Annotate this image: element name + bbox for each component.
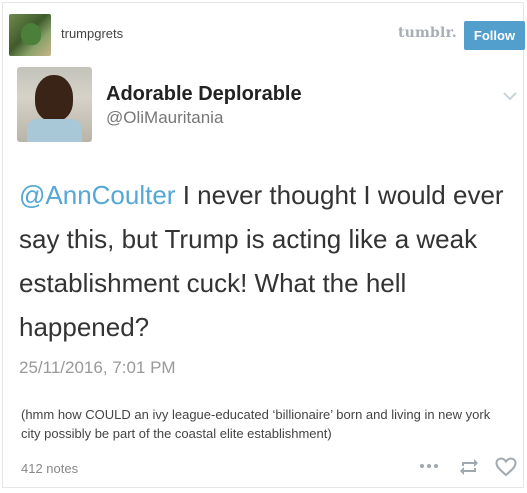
- follow-button[interactable]: Follow: [464, 21, 525, 50]
- tweet-author-handle: @OliMauritania: [106, 108, 224, 127]
- tweet-author-name: Adorable Deplorable: [106, 83, 302, 105]
- reblog-icon[interactable]: [458, 457, 480, 477]
- tumblr-post: trumpgrets tumblr. Follow Adorable Deplo…: [2, 2, 525, 488]
- notes-count[interactable]: 412 notes: [21, 461, 78, 476]
- tumblr-logo[interactable]: tumblr.: [398, 25, 457, 41]
- blog-avatar[interactable]: [9, 14, 51, 56]
- post-caption: (hmm how COULD an ivy league-educated ‘b…: [21, 407, 491, 441]
- heart-icon[interactable]: [495, 457, 517, 477]
- more-icon[interactable]: [419, 461, 439, 471]
- tweet-text: @AnnCoulter I never thought I would ever…: [19, 173, 514, 349]
- post-header: trumpgrets tumblr. Follow: [3, 3, 525, 56]
- tweet-mention: @AnnCoulter: [19, 180, 176, 210]
- tweet-date: 25/11/2016, 7:01 PM: [19, 358, 176, 377]
- blog-name[interactable]: trumpgrets: [61, 26, 123, 41]
- tweet-author-avatar: [17, 67, 92, 142]
- chevron-down-icon: [503, 92, 517, 101]
